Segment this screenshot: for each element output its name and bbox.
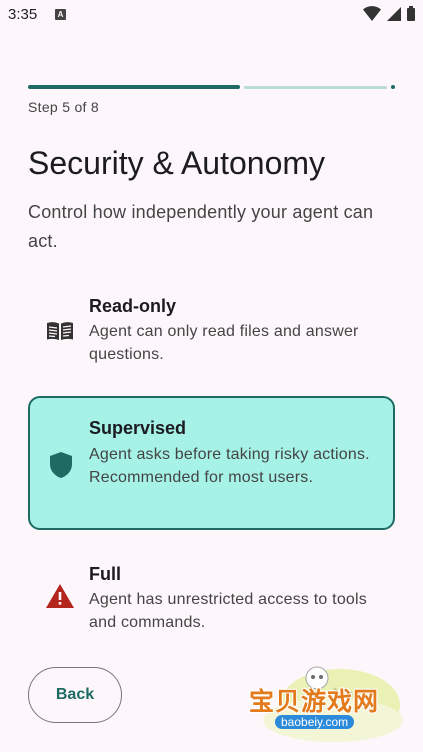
- status-icons: [363, 6, 415, 21]
- back-button[interactable]: Back: [28, 667, 122, 723]
- watermark-url: baobeiy.com: [275, 715, 355, 729]
- option-read-only[interactable]: Read-only Agent can only read files and …: [28, 284, 395, 376]
- progress-fill: [28, 85, 240, 89]
- bottom-bar: [0, 748, 423, 752]
- step-label: Step 5 of 8: [28, 99, 100, 115]
- page-subtitle: Control how independently your agent can…: [28, 202, 374, 251]
- option-supervised[interactable]: Supervised Agent asks before taking risk…: [28, 396, 395, 530]
- option-title: Full: [89, 564, 121, 584]
- status-bar: 3:35 A: [0, 0, 423, 30]
- progress-end-dot: [391, 85, 395, 89]
- option-title: Supervised: [89, 418, 187, 438]
- notification-icon: A: [55, 9, 66, 20]
- watermark-text: 宝贝游戏网: [249, 688, 380, 716]
- progress-track: [244, 86, 387, 89]
- page-title: Security & Autonomy: [28, 145, 326, 181]
- option-title: Read-only: [89, 296, 177, 316]
- warning-icon: [46, 584, 74, 608]
- option-description: Agent can only read files and answer que…: [89, 323, 359, 363]
- signal-icon: [387, 6, 401, 21]
- option-full[interactable]: Full Agent has unrestricted access to to…: [28, 552, 395, 644]
- shield-icon: [50, 452, 72, 478]
- progress-bar: [28, 84, 395, 90]
- status-time: 3:35: [8, 6, 38, 23]
- option-description: Agent has unrestricted access to tools a…: [89, 591, 367, 631]
- option-description: Agent asks before taking risky actions. …: [89, 446, 370, 486]
- wifi-icon: [363, 6, 381, 21]
- battery-icon: [407, 6, 415, 21]
- watermark-logo: 宝贝游戏网 baobeiy.com: [245, 660, 410, 748]
- book-icon: [47, 322, 73, 340]
